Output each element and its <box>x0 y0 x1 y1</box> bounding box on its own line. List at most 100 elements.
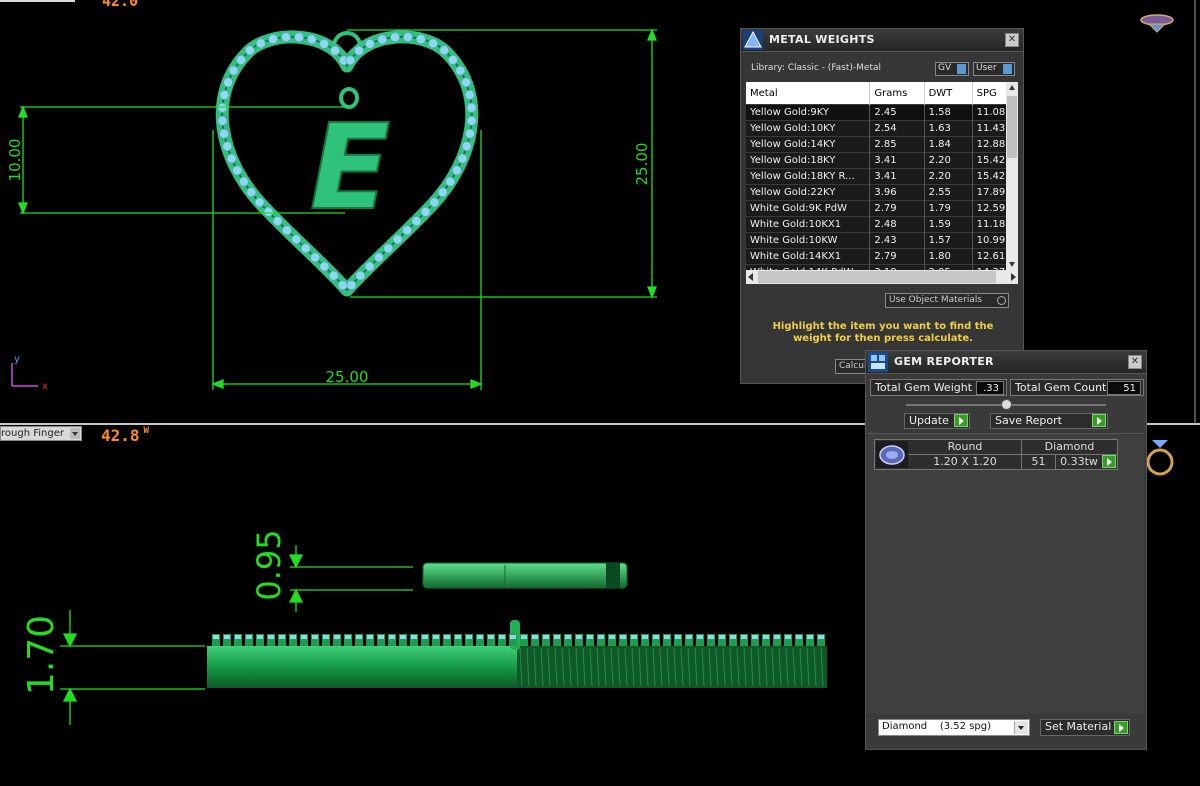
gem-stone <box>300 243 311 254</box>
side-gem <box>279 635 285 639</box>
total-gem-weight-field: Total Gem Weight .33 <box>870 379 1007 396</box>
gem-stone <box>464 128 475 139</box>
dim-right-height: 25.00 <box>633 143 651 186</box>
metal-weights-icon <box>743 30 763 50</box>
scroll-thumb[interactable] <box>1007 96 1017 158</box>
hscroll-thumb[interactable] <box>758 271 996 283</box>
metal-table-row[interactable]: Yellow Gold:9KY 2.45 1.58 11.08 <box>746 104 1006 121</box>
metal-table-cell: 2.20 <box>924 152 973 169</box>
chevron-down-icon <box>1014 721 1028 734</box>
side-gem <box>422 635 428 639</box>
gem-stone <box>346 280 357 291</box>
metal-table-row[interactable]: Yellow Gold:18KY R... 3.41 2.20 15.42 <box>746 168 1006 185</box>
view-mode-select[interactable]: rough Finger <box>0 426 82 441</box>
side-gem <box>378 635 384 639</box>
play-icon <box>954 414 968 427</box>
scroll-up-icon[interactable] <box>1009 85 1015 90</box>
metal-weights-titlebar[interactable]: METAL WEIGHTS ✕ <box>741 29 1023 52</box>
metal-table-row[interactable]: White Gold:9K PdW 2.79 1.79 12.59 <box>746 200 1006 217</box>
dim-body-thickness: 1.70 <box>21 615 62 695</box>
metal-table-row[interactable]: White Gold:14KX1 2.79 1.80 12.61 <box>746 248 1006 265</box>
gem-view-icon[interactable] <box>1140 14 1174 33</box>
gem-stone <box>263 206 274 217</box>
side-gem <box>697 635 703 639</box>
gem-reporter-titlebar[interactable]: GEM REPORTER ✕ <box>866 351 1146 374</box>
side-gem <box>323 635 329 639</box>
top-zoom-label: 42.0 <box>102 0 139 10</box>
side-gem <box>631 635 637 639</box>
gem-list-item[interactable]: Round Diamond 1.20 X 1.20 51 0.33tw <box>874 439 1118 470</box>
side-gem <box>785 635 791 639</box>
col-header[interactable]: DWT <box>924 82 973 105</box>
gem-stone <box>238 176 249 187</box>
gem-stone <box>447 54 458 65</box>
gem-stone <box>244 45 255 56</box>
side-gem <box>532 635 538 639</box>
letter-e-charm: E <box>310 98 391 236</box>
metal-table-header: Metal Grams DWT SPG <box>746 82 1006 105</box>
scroll-right-icon[interactable] <box>1011 273 1016 281</box>
metal-table-row[interactable]: Yellow Gold:10KY 2.54 1.63 11.43 <box>746 120 1006 137</box>
axis-indicator: y x <box>11 354 48 392</box>
metal-table-row[interactable]: Yellow Gold:18KY 3.41 2.20 15.42 <box>746 152 1006 169</box>
metal-table-row[interactable]: White Gold:10KX1 2.48 1.59 11.18 <box>746 216 1006 233</box>
metal-table-cell: Yellow Gold:18KY R... <box>746 168 871 185</box>
close-icon[interactable]: ✕ <box>1128 355 1142 369</box>
side-gem <box>510 635 516 639</box>
side-gem <box>609 635 615 639</box>
use-object-materials-button[interactable]: Use Object Materials <box>885 293 1009 308</box>
save-report-button[interactable]: Save Report <box>990 413 1108 429</box>
metal-table-row[interactable]: Yellow Gold:22KY 3.96 2.55 17.89 <box>746 184 1006 201</box>
ring-view-icon[interactable] <box>1146 440 1174 476</box>
gem-stone <box>291 234 302 245</box>
metal-table-row[interactable]: White Gold:10KW 2.43 1.57 10.99 <box>746 232 1006 249</box>
metal-weights-title: METAL WEIGHTS <box>769 33 875 46</box>
scroll-down-icon[interactable] <box>1009 262 1015 267</box>
side-gem <box>796 635 802 639</box>
side-gem <box>730 635 736 639</box>
side-gem <box>411 635 417 639</box>
gem-stone <box>392 234 403 245</box>
metal-table-cell: Yellow Gold:18KY <box>746 152 871 169</box>
user-label: User <box>976 63 997 73</box>
heart-pendant-top-view: E <box>215 30 479 297</box>
user-button[interactable]: User <box>973 62 1015 76</box>
total-gem-weight-value: .33 <box>976 381 1004 395</box>
metal-table-row[interactable]: Yellow Gold:14KY 2.85 1.84 12.88 <box>746 136 1006 153</box>
metal-table-cell: White Gold:10KX1 <box>746 216 871 233</box>
metal-table-cell: White Gold:9K PdW <box>746 200 871 217</box>
play-icon[interactable] <box>1102 455 1116 468</box>
set-material-button[interactable]: Set Material <box>1040 719 1130 736</box>
metal-table-cell: 2.79 <box>869 248 925 265</box>
close-icon[interactable]: ✕ <box>1005 33 1019 47</box>
metal-table-cell: 1.58 <box>924 104 973 121</box>
zoom-readout: 42.8 W <box>101 426 149 445</box>
metal-table-cell: 1.80 <box>924 248 973 265</box>
metal-table-vscroll[interactable] <box>1006 82 1018 270</box>
gem-stone <box>402 32 413 43</box>
metal-weights-panel: METAL WEIGHTS ✕ Library: Classic - (Fast… <box>740 28 1024 384</box>
side-gem <box>213 635 219 639</box>
size-slider-thumb[interactable] <box>1001 399 1012 410</box>
gem-stone <box>364 261 375 272</box>
col-header[interactable]: Metal <box>746 82 871 105</box>
side-gem <box>312 635 318 639</box>
col-header[interactable]: Grams <box>869 82 925 105</box>
metal-table-cell: 15.42 <box>972 168 1006 185</box>
metal-table-cell: 11.08 <box>972 104 1006 121</box>
material-select[interactable]: Diamond (3.52 spg) <box>878 719 1030 736</box>
scroll-left-icon[interactable] <box>748 273 753 281</box>
metal-table-cell: 12.61 <box>972 248 1006 265</box>
pendant-body-left <box>207 646 517 688</box>
col-header[interactable]: SPG <box>972 82 1006 105</box>
metal-table-hscroll[interactable] <box>746 270 1018 284</box>
gem-stone <box>377 34 388 45</box>
metal-table-cell: 12.88 <box>972 136 1006 153</box>
gem-stone <box>445 176 456 187</box>
gem-stone <box>226 153 237 164</box>
gv-button[interactable]: GV <box>935 62 969 76</box>
gem-stone <box>222 141 233 152</box>
gem-stone <box>246 187 257 198</box>
side-gem <box>664 635 670 639</box>
update-button[interactable]: Update <box>904 413 970 429</box>
